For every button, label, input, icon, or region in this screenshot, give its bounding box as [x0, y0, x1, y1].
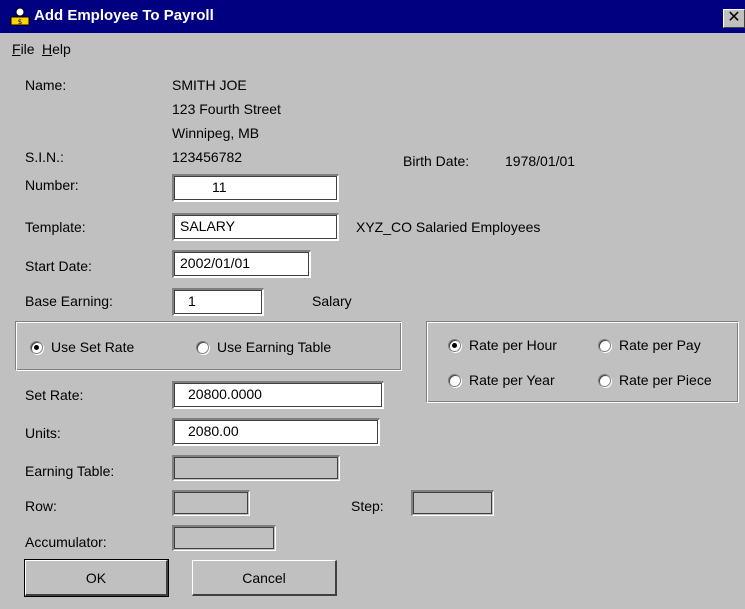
close-icon[interactable]: ✕ — [723, 9, 745, 28]
ok-button[interactable]: OK — [24, 559, 169, 597]
birth-date-value: 1978/01/01 — [505, 153, 576, 169]
template-description: XYZ_CO Salaried Employees — [356, 219, 541, 235]
units-field[interactable]: 2080.00 — [172, 418, 380, 446]
row-label: Row: — [25, 498, 57, 514]
menu-file[interactable]: File — [12, 41, 35, 57]
menu-help-rest: elp — [52, 41, 71, 57]
accumulator-field[interactable] — [172, 525, 276, 551]
menu-help-hotkey: H — [42, 41, 53, 57]
use-set-rate-option[interactable]: Use Set Rate — [30, 339, 134, 355]
step-field[interactable] — [411, 490, 494, 516]
menu-file-hotkey: F — [12, 41, 21, 57]
template-field[interactable]: SALARY — [172, 213, 339, 241]
set-rate-label: Set Rate: — [25, 387, 84, 403]
base-earning-label: Base Earning: — [25, 293, 113, 309]
menu-help[interactable]: Help — [42, 41, 71, 57]
start-date-label: Start Date: — [25, 258, 92, 274]
rate-per-hour-option[interactable]: Rate per Hour — [448, 337, 557, 353]
rate-type-group — [426, 321, 739, 403]
birth-date-label: Birth Date: — [403, 153, 470, 169]
rate-per-pay-label: Rate per Pay — [619, 337, 701, 353]
rate-per-hour-label: Rate per Hour — [469, 337, 557, 353]
template-label: Template: — [25, 219, 86, 235]
earning-table-label: Earning Table: — [25, 463, 115, 479]
step-label: Step: — [351, 498, 384, 514]
units-label: Units: — [25, 425, 61, 441]
rate-per-year-option[interactable]: Rate per Year — [448, 372, 555, 388]
rate-per-piece-radio[interactable] — [598, 373, 611, 387]
use-set-rate-label: Use Set Rate — [51, 339, 135, 355]
employee-address-line2: Winnipeg, MB — [172, 125, 260, 141]
menu-file-rest: ile — [20, 41, 35, 57]
window-title: Add Employee To Payroll — [34, 7, 214, 24]
set-rate-field[interactable]: 20800.0000 — [172, 381, 384, 409]
sin-value: 123456782 — [172, 149, 243, 165]
start-date-field[interactable]: 2002/01/01 — [172, 250, 311, 278]
base-earning-description: Salary — [312, 293, 352, 309]
number-field[interactable]: 11 — [172, 174, 339, 202]
row-field[interactable] — [172, 490, 250, 516]
rate-per-hour-radio[interactable] — [448, 338, 461, 352]
rate-per-year-radio[interactable] — [448, 373, 461, 387]
earning-table-field[interactable] — [172, 455, 340, 481]
use-earning-table-option[interactable]: Use Earning Table — [196, 339, 331, 355]
rate-per-pay-option[interactable]: Rate per Pay — [598, 337, 701, 353]
number-label: Number: — [25, 177, 79, 193]
payroll-app-icon: $ — [10, 7, 30, 26]
accumulator-label: Accumulator: — [25, 534, 107, 550]
base-earning-field[interactable]: 1 — [172, 288, 264, 316]
employee-address-line1: 123 Fourth Street — [172, 101, 281, 117]
rate-per-pay-radio[interactable] — [598, 338, 611, 352]
rate-per-piece-label: Rate per Piece — [619, 372, 712, 388]
rate-per-piece-option[interactable]: Rate per Piece — [598, 372, 712, 388]
use-earning-table-label: Use Earning Table — [217, 339, 332, 355]
rate-per-year-label: Rate per Year — [469, 372, 555, 388]
menu-bar — [0, 38, 745, 62]
use-earning-table-radio[interactable] — [196, 340, 209, 354]
use-set-rate-radio[interactable] — [30, 340, 43, 354]
sin-label: S.I.N.: — [25, 149, 64, 165]
svg-text:$: $ — [18, 18, 22, 26]
title-bar: $ Add Employee To Payroll ✕ — [0, 0, 745, 33]
employee-name: SMITH JOE — [172, 77, 247, 93]
cancel-button[interactable]: Cancel — [192, 560, 337, 596]
name-label: Name: — [25, 77, 67, 93]
